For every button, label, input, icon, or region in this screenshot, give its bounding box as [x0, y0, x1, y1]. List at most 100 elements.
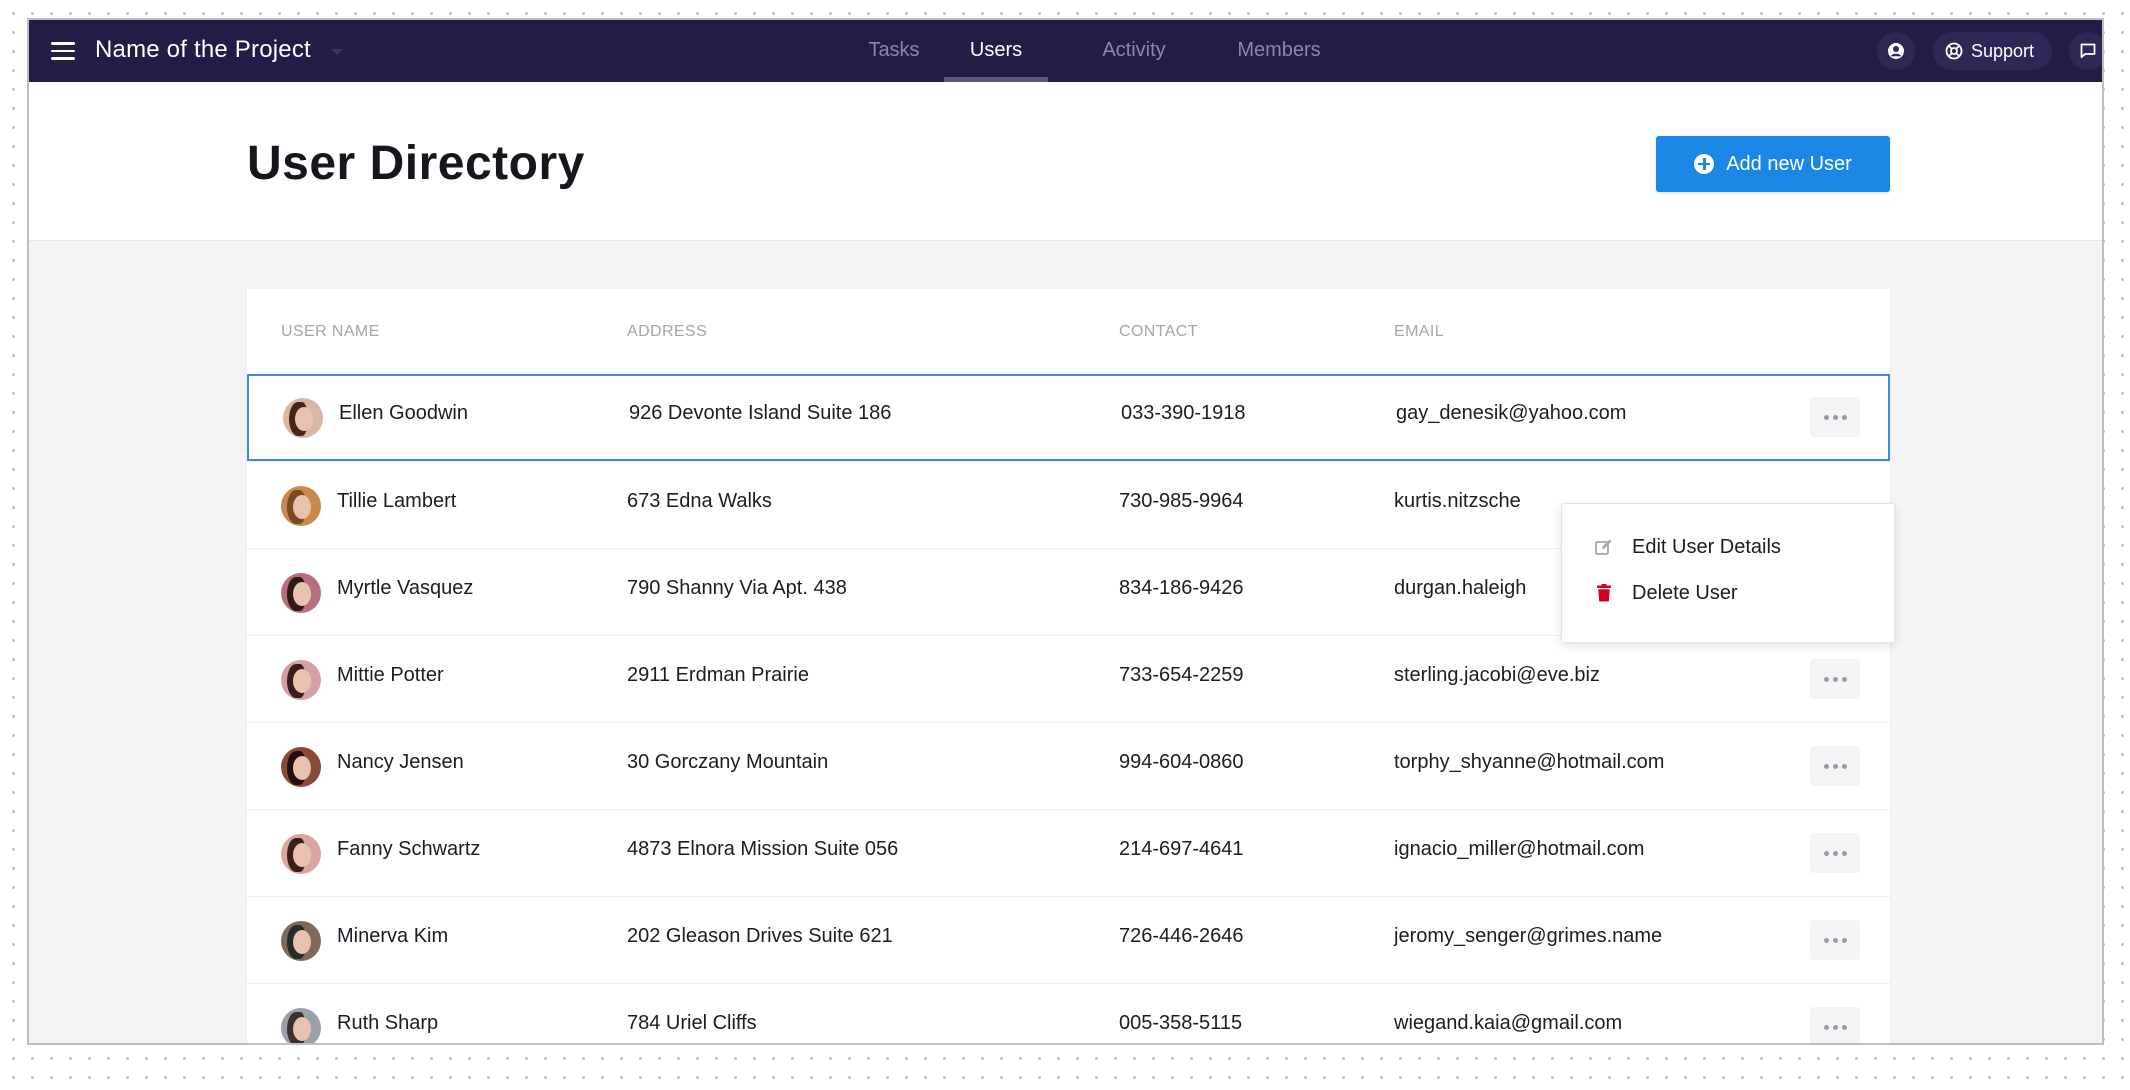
tab-members[interactable]: Members — [1219, 20, 1339, 82]
table-row[interactable]: Ruth Sharp 784 Uriel Cliffs 005-358-5115… — [247, 983, 1890, 1043]
page-title: User Directory — [247, 137, 585, 190]
user-table: USER NAME ADDRESS CONTACT EMAIL Ellen Go… — [247, 289, 1890, 1043]
user-address: 30 Gorczany Mountain — [627, 751, 829, 773]
avatar — [281, 747, 321, 787]
user-email: ignacio_miller@hotmail.com — [1394, 838, 1645, 860]
user-email: jeromy_senger@grimes.name — [1394, 925, 1663, 947]
chat-button[interactable] — [2069, 32, 2102, 70]
user-name: Ruth Sharp — [337, 1012, 439, 1034]
more-options-button[interactable] — [1810, 397, 1860, 437]
menu-item-delete-user[interactable]: Delete User — [1562, 571, 1894, 617]
tab-activity[interactable]: Activity — [1079, 20, 1189, 82]
add-new-user-button[interactable]: Add new User — [1656, 136, 1890, 192]
table-row[interactable]: Nancy Jensen 30 Gorczany Mountain 994-60… — [247, 722, 1890, 809]
page-header: User Directory Add new User — [29, 82, 2102, 241]
avatar — [281, 1008, 321, 1043]
tab-users[interactable]: Users — [944, 20, 1048, 82]
avatar — [281, 834, 321, 874]
user-email: torphy_shyanne@hotmail.com — [1394, 751, 1665, 773]
user-contact: 726-446-2646 — [1119, 925, 1244, 947]
main-tabs: Tasks Users Activity Members — [29, 20, 2102, 82]
column-header-address[interactable]: ADDRESS — [627, 323, 707, 341]
user-contact: 733-654-2259 — [1119, 664, 1244, 686]
user-email: gay_denesik@yahoo.com — [1396, 402, 1627, 424]
top-navigation-bar: Name of the Project Tasks Users Activity… — [29, 20, 2102, 82]
user-contact: 834-186-9426 — [1119, 577, 1244, 599]
dot-icon — [1832, 937, 1838, 943]
dot-icon — [1841, 676, 1847, 682]
support-button[interactable]: Support — [1933, 32, 2053, 70]
column-header-contact[interactable]: CONTACT — [1119, 323, 1198, 341]
dot-icon — [1832, 763, 1838, 769]
column-header-user-name[interactable]: USER NAME — [281, 323, 380, 341]
menu-item-label: Delete User — [1632, 582, 1738, 604]
user-name: Minerva Kim — [337, 925, 449, 947]
user-email: wiegand.kaia@gmail.com — [1394, 1012, 1623, 1034]
more-options-button[interactable] — [1810, 1007, 1860, 1043]
user-email: kurtis.nitzsche — [1394, 490, 1521, 512]
more-options-button[interactable] — [1810, 833, 1860, 873]
dot-icon — [1823, 850, 1829, 856]
menu-item-edit-user-details[interactable]: Edit User Details — [1562, 525, 1894, 571]
plus-circle-icon — [1694, 154, 1715, 174]
user-address: 202 Gleason Drives Suite 621 — [627, 925, 893, 947]
table-row[interactable]: Fanny Schwartz 4873 Elnora Mission Suite… — [247, 809, 1890, 896]
avatar — [283, 398, 323, 438]
more-options-button[interactable] — [1810, 746, 1860, 786]
app-window: Name of the Project Tasks Users Activity… — [27, 18, 2104, 1045]
dot-icon — [1823, 937, 1829, 943]
dot-icon — [1841, 763, 1847, 769]
user-address: 2911 Erdman Prairie — [627, 664, 809, 686]
user-contact: 730-985-9964 — [1119, 490, 1244, 512]
user-contact: 005-358-5115 — [1119, 1012, 1243, 1034]
globe-icon — [1945, 42, 1963, 60]
trash-icon — [1597, 584, 1611, 602]
chat-icon — [2080, 43, 2096, 59]
add-new-user-label: Add new User — [1726, 152, 1852, 175]
avatar — [281, 486, 321, 526]
menu-item-label: Edit User Details — [1632, 536, 1781, 558]
table-row[interactable]: Ellen Goodwin 926 Devonte Island Suite 1… — [247, 374, 1890, 461]
dot-icon — [1841, 937, 1847, 943]
user-name: Ellen Goodwin — [339, 402, 468, 424]
table-header: USER NAME ADDRESS CONTACT EMAIL — [247, 289, 1890, 374]
user-contact: 033-390-1918 — [1121, 402, 1246, 424]
user-address: 673 Edna Walks — [627, 490, 772, 512]
table-row[interactable]: Mittie Potter 2911 Erdman Prairie 733-65… — [247, 635, 1890, 722]
user-address: 926 Devonte Island Suite 186 — [629, 402, 892, 424]
avatar — [281, 921, 321, 961]
row-context-menu: Edit User Details Delete User — [1561, 503, 1895, 643]
dot-icon — [1823, 763, 1829, 769]
dot-icon — [1823, 414, 1829, 420]
dot-icon — [1823, 1024, 1829, 1030]
user-email: durgan.haleigh — [1394, 577, 1527, 599]
table-row[interactable]: Minerva Kim 202 Gleason Drives Suite 621… — [247, 896, 1890, 983]
avatar — [281, 660, 321, 700]
edit-icon — [1595, 539, 1612, 555]
more-options-button[interactable] — [1810, 920, 1860, 960]
user-contact: 994-604-0860 — [1119, 751, 1244, 773]
dot-icon — [1832, 850, 1838, 856]
dot-icon — [1832, 1024, 1838, 1030]
dot-icon — [1832, 414, 1838, 420]
user-name: Myrtle Vasquez — [337, 577, 474, 599]
user-name: Fanny Schwartz — [337, 838, 481, 860]
dot-icon — [1841, 1024, 1847, 1030]
support-label: Support — [1971, 40, 2035, 61]
user-contact: 214-697-4641 — [1119, 838, 1244, 860]
user-profile-button[interactable] — [1877, 32, 1915, 70]
user-address: 784 Uriel Cliffs — [627, 1012, 757, 1034]
user-name: Tillie Lambert — [337, 490, 457, 512]
user-address: 790 Shanny Via Apt. 438 — [627, 577, 847, 599]
user-email: sterling.jacobi@eve.biz — [1394, 664, 1600, 686]
column-header-email[interactable]: EMAIL — [1394, 323, 1444, 341]
user-address: 4873 Elnora Mission Suite 056 — [627, 838, 899, 860]
dot-icon — [1841, 850, 1847, 856]
tab-tasks[interactable]: Tasks — [849, 20, 939, 82]
dot-icon — [1832, 676, 1838, 682]
user-name: Mittie Potter — [337, 664, 444, 686]
user-icon — [1888, 43, 1904, 59]
more-options-button[interactable] — [1810, 659, 1860, 699]
dot-icon — [1823, 676, 1829, 682]
avatar — [281, 573, 321, 613]
